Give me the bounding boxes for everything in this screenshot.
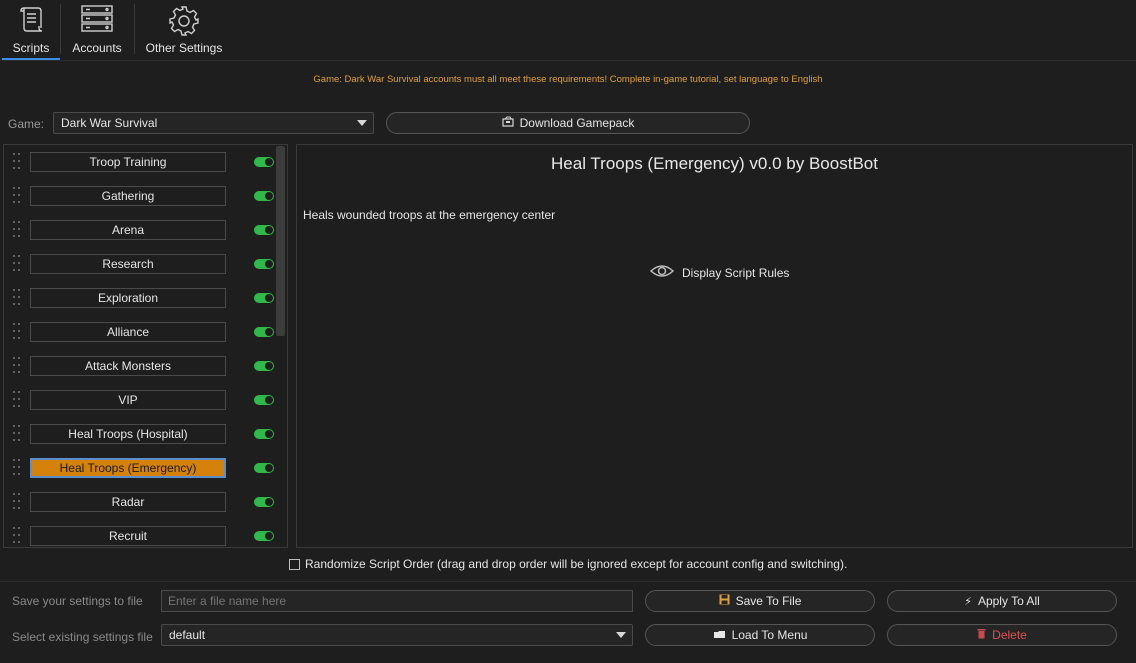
script-button[interactable]: Alliance [30,322,226,342]
randomize-option[interactable]: Randomize Script Order (drag and drop or… [289,557,847,571]
tab-scripts[interactable]: Scripts [2,0,60,60]
script-button[interactable]: Heal Troops (Emergency) [30,458,226,478]
script-button[interactable]: VIP [30,390,226,410]
tab-accounts[interactable]: Accounts [64,0,130,58]
script-enabled-toggle[interactable] [254,361,274,371]
drag-handle-icon[interactable] [13,289,21,307]
script-button[interactable]: Research [30,254,226,274]
script-enabled-toggle[interactable] [254,191,274,201]
load-to-menu-button[interactable]: Load To Menu [645,624,875,646]
delete-button[interactable]: Delete [887,624,1117,646]
game-select[interactable]: Dark War Survival [53,112,374,134]
tab-other-settings-label: Other Settings [145,41,223,55]
tab-other-settings[interactable]: Other Settings [140,0,228,58]
apply-to-all-button[interactable]: ⚡ Apply To All [887,590,1117,612]
script-row[interactable]: Recruit [4,519,284,547]
save-icon [719,594,730,608]
download-gamepack-label: Download Gamepack [519,116,635,130]
game-label: Game: [8,117,45,131]
select-settings-label: Select existing settings file [12,630,153,644]
script-enabled-toggle[interactable] [254,293,274,303]
gear-icon [167,4,201,41]
trash-icon [977,628,986,642]
package-icon [502,116,514,130]
script-row[interactable]: Heal Troops (Emergency) [4,451,284,485]
apply-to-all-label: Apply To All [977,594,1040,608]
chevron-down-icon [357,120,367,126]
script-enabled-toggle[interactable] [254,497,274,507]
settings-file-select[interactable]: default [161,624,633,646]
tab-bar: Scripts Accounts Other Settings [0,0,1136,60]
save-to-file-label: Save To File [735,594,802,608]
settings-file-value: default [169,628,206,642]
download-gamepack-button[interactable]: Download Gamepack [386,112,750,134]
drag-handle-icon[interactable] [13,323,21,341]
eye-icon [649,263,675,282]
script-button[interactable]: Recruit [30,526,226,546]
script-button[interactable]: Attack Monsters [30,356,226,376]
lightning-icon: ⚡ [964,595,972,608]
script-row[interactable]: Arena [4,213,284,247]
requirements-notice: Game: Dark War Survival accounts must al… [313,74,823,85]
script-detail-panel: Heal Troops (Emergency) v0.0 by BoostBot… [296,144,1133,548]
drag-handle-icon[interactable] [13,153,21,171]
script-button[interactable]: Heal Troops (Hospital) [30,424,226,444]
tab-bar-divider [0,60,1136,61]
script-row[interactable]: Alliance [4,315,284,349]
script-list: Troop Training Gathering Arena Research Expl… [3,144,288,548]
display-script-rules-button[interactable]: Display Script Rules [649,263,790,282]
script-row[interactable]: Radar [4,485,284,519]
save-settings-label: Save your settings to file [12,594,143,608]
script-button[interactable]: Troop Training [30,152,226,172]
script-button[interactable]: Radar [30,492,226,512]
load-to-menu-label: Load To Menu [731,628,808,642]
game-select-value: Dark War Survival [61,116,158,130]
tab-divider [60,4,61,54]
script-enabled-toggle[interactable] [254,157,274,167]
script-enabled-toggle[interactable] [254,531,274,541]
randomize-checkbox[interactable] [289,558,300,570]
script-enabled-toggle[interactable] [254,327,274,337]
file-name-input[interactable] [161,590,633,612]
drag-handle-icon[interactable] [13,459,21,477]
drag-handle-icon[interactable] [13,391,21,409]
script-enabled-toggle[interactable] [254,429,274,439]
save-to-file-button[interactable]: Save To File [645,590,875,612]
script-row[interactable]: Gathering [4,179,284,213]
script-row[interactable]: Heal Troops (Hospital) [4,417,284,451]
chevron-down-icon [616,632,626,638]
script-button[interactable]: Arena [30,220,226,240]
drag-handle-icon[interactable] [13,221,21,239]
script-button[interactable]: Gathering [30,186,226,206]
script-row[interactable]: Attack Monsters [4,349,284,383]
script-enabled-toggle[interactable] [254,225,274,235]
scroll-icon [16,4,46,37]
drag-handle-icon[interactable] [13,255,21,273]
script-enabled-toggle[interactable] [254,259,274,269]
drag-handle-icon[interactable] [13,527,21,545]
tab-scripts-label: Scripts [12,41,50,55]
script-row[interactable]: Troop Training [4,145,284,179]
script-description: Heals wounded troops at the emergency ce… [303,208,556,222]
script-row[interactable]: Research [4,247,284,281]
bottom-divider [0,581,1136,582]
server-rack-icon [80,4,114,37]
tab-divider [134,4,135,54]
drag-handle-icon[interactable] [13,357,21,375]
folder-load-icon [713,628,726,642]
drag-handle-icon[interactable] [13,425,21,443]
drag-handle-icon[interactable] [13,187,21,205]
drag-handle-icon[interactable] [13,493,21,511]
randomize-label: Randomize Script Order (drag and drop or… [305,557,848,571]
tab-accounts-label: Accounts [72,41,122,55]
delete-label: Delete [992,628,1027,642]
script-list-scrollbar[interactable] [276,146,285,336]
script-enabled-toggle[interactable] [254,463,274,473]
script-title: Heal Troops (Emergency) v0.0 by BoostBot [551,154,878,173]
script-enabled-toggle[interactable] [254,395,274,405]
script-row[interactable]: VIP [4,383,284,417]
script-row[interactable]: Exploration [4,281,284,315]
script-button[interactable]: Exploration [30,288,226,308]
display-script-rules-label: Display Script Rules [682,265,790,280]
